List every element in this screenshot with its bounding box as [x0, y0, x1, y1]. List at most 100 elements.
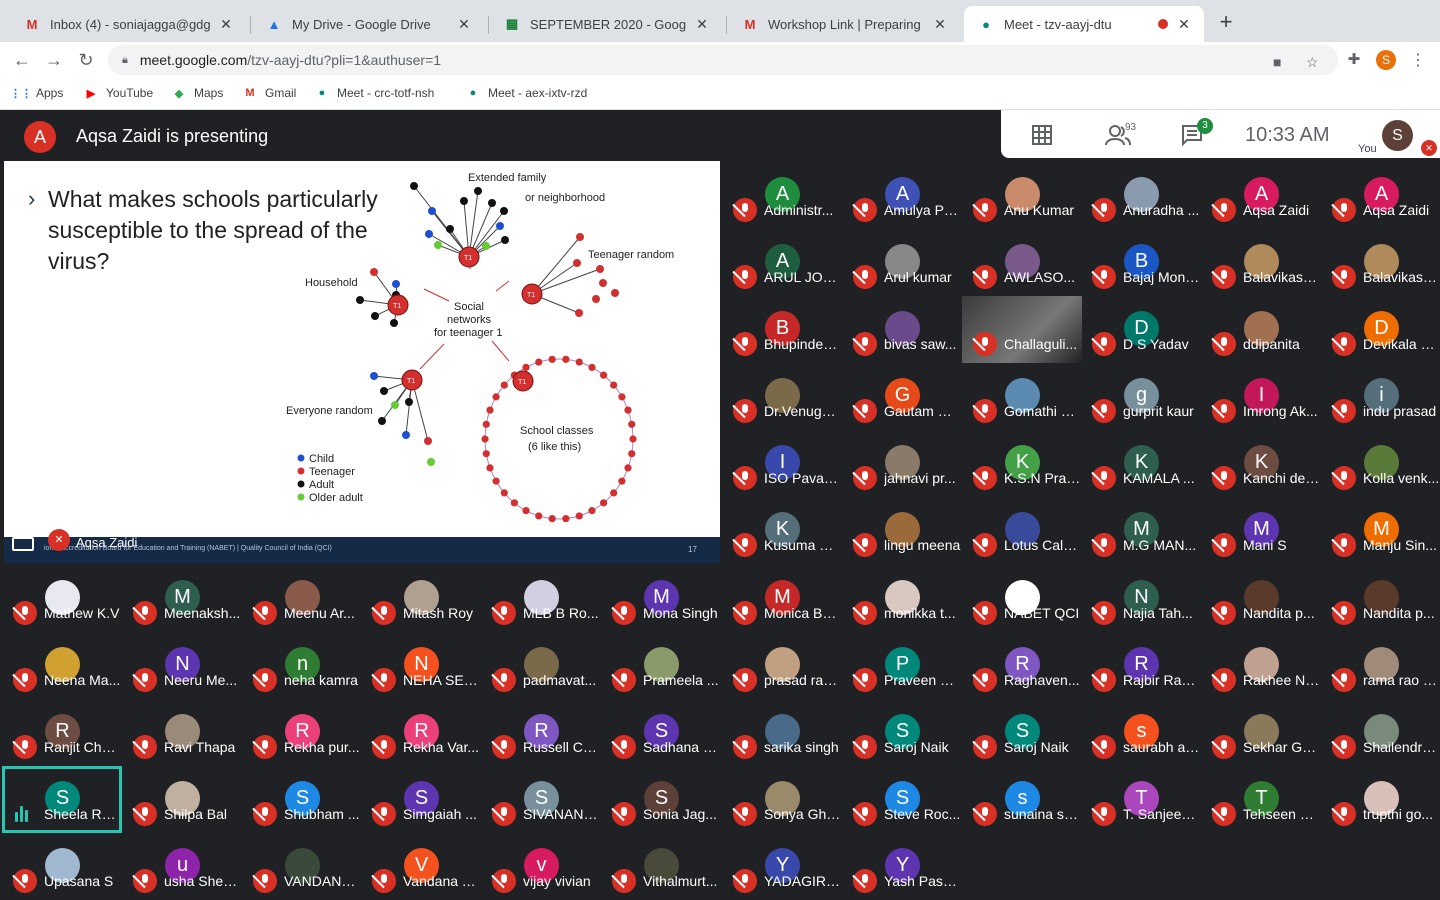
address-bar[interactable]: 🔒︎ meet.google.com/tzv-aayj-dtu?pli=1&au…	[108, 45, 1338, 75]
participant-tile[interactable]: S Steve Roc...	[842, 766, 962, 833]
participant-tile[interactable]: Rakhee Nair	[1201, 632, 1321, 699]
participant-tile[interactable]: A Aqsa Zaidi	[1321, 162, 1440, 229]
participant-tile[interactable]: S Shubham ...	[242, 766, 362, 833]
participant-tile[interactable]: lingu meena	[842, 497, 962, 564]
participant-tile[interactable]: u usha Shen...	[122, 833, 242, 900]
participant-tile[interactable]: A Amulya Pa...	[842, 162, 962, 229]
participant-tile[interactable]: A ARUL JOS...	[722, 229, 842, 296]
participant-tile[interactable]: Mitash Roy	[361, 565, 481, 632]
forward-arrow-icon[interactable]: →	[42, 48, 66, 72]
close-tab-icon[interactable]: ✕	[932, 16, 948, 33]
participant-tile[interactable]: Mathew K.V	[2, 565, 122, 632]
profile-avatar[interactable]: S	[1376, 50, 1396, 70]
participant-tile[interactable]: R Rekha pur...	[242, 699, 362, 766]
participant-tile[interactable]: NABET QCI	[962, 565, 1082, 632]
participant-tile[interactable]: MLB B Ro...	[481, 565, 601, 632]
participant-tile[interactable]: Lotus Calc...	[962, 497, 1082, 564]
participant-tile[interactable]: Shailendra...	[1321, 699, 1440, 766]
camera-icon[interactable]: ■	[1273, 54, 1281, 70]
participant-tile[interactable]: T T. Sanjeevi...	[1081, 766, 1201, 833]
participant-tile[interactable]: S Simgaiah ...	[361, 766, 481, 833]
participant-tile[interactable]: S Sheela Ra...	[2, 766, 122, 833]
participant-tile[interactable]: S Sonia Jag...	[601, 766, 721, 833]
close-tab-icon[interactable]: ✕	[1176, 16, 1192, 33]
extensions-icon[interactable]: ✚	[1342, 48, 1366, 72]
participant-tile[interactable]: K Kanchi dede	[1201, 430, 1321, 497]
menu-icon[interactable]: ⋮	[1410, 50, 1426, 70]
participant-tile[interactable]: Ravi Thapa	[122, 699, 242, 766]
browser-tab[interactable]: M Workshop Link | Preparing Sch ✕	[728, 6, 960, 42]
participant-tile[interactable]: S Saroj Naik	[962, 699, 1082, 766]
participant-tile[interactable]: T Tehseen Z...	[1201, 766, 1321, 833]
participant-tile[interactable]: A Aqsa Zaidi	[1201, 162, 1321, 229]
participant-tile[interactable]: Vithalmurt...	[601, 833, 721, 900]
participant-tile[interactable]: AWLASO...	[962, 229, 1082, 296]
participant-tile[interactable]: M Meenaksh...	[122, 565, 242, 632]
participant-tile[interactable]: R Ranjit Chu...	[2, 699, 122, 766]
participant-tile[interactable]: V Vandana T...	[361, 833, 481, 900]
participant-tile[interactable]: K K.S.N Pras...	[962, 430, 1082, 497]
participant-tile[interactable]: Neena Ma...	[2, 632, 122, 699]
participant-tile[interactable]: P Praveen M...	[842, 632, 962, 699]
close-tab-icon[interactable]: ✕	[694, 16, 710, 33]
participant-tile[interactable]: Sekhar Ga...	[1201, 699, 1321, 766]
back-arrow-icon[interactable]: ←	[10, 48, 34, 72]
participant-tile[interactable]: M Mani S	[1201, 497, 1321, 564]
participant-tile[interactable]: Meenu Ar...	[242, 565, 362, 632]
participant-tile[interactable]: M Mona Singh	[601, 565, 721, 632]
participant-tile[interactable]: monikka t...	[842, 565, 962, 632]
participant-tile[interactable]: bivas saw...	[842, 296, 962, 363]
participant-tile[interactable]: Anuradha ...	[1081, 162, 1201, 229]
participant-tile[interactable]: S Saroj Naik	[842, 699, 962, 766]
participant-tile[interactable]: N NEHA SEH...	[361, 632, 481, 699]
participant-tile[interactable]: B Bajaj Moni...	[1081, 229, 1201, 296]
participant-tile[interactable]: B Bhupinder ...	[722, 296, 842, 363]
bookmark-item[interactable]: ● Meet - aex-ixtv-rzd	[466, 86, 588, 100]
participant-tile[interactable]: Upasana S	[2, 833, 122, 900]
participant-tile[interactable]: R Rekha Var...	[361, 699, 481, 766]
participant-tile[interactable]: N Neeru Me...	[122, 632, 242, 699]
bookmark-item[interactable]: ▶ YouTube	[84, 86, 153, 100]
participant-tile[interactable]: R Raghaven...	[962, 632, 1082, 699]
participant-tile[interactable]: s saurabh ar...	[1081, 699, 1201, 766]
participant-tile[interactable]: A Administr...	[722, 162, 842, 229]
participant-tile[interactable]: Shilpa Bal	[122, 766, 242, 833]
participant-tile[interactable]: g gurprit kaur	[1081, 363, 1201, 430]
participant-tile[interactable]: I Imrong Ak...	[1201, 363, 1321, 430]
participant-tile[interactable]: Prameela ...	[601, 632, 721, 699]
participant-tile[interactable]: G Gautam M...	[842, 363, 962, 430]
participant-tile[interactable]: Balavikas I...	[1321, 229, 1440, 296]
participant-tile[interactable]: n neha kamra	[242, 632, 362, 699]
browser-tab[interactable]: ● Meet - tzv-aayj-dtu ✕	[964, 6, 1204, 42]
participant-tile[interactable]: Dr.Venugo...	[722, 363, 842, 430]
participant-tile[interactable]: s sunaina sh...	[962, 766, 1082, 833]
bookmark-item[interactable]: ◆ Maps	[172, 86, 224, 100]
participant-tile[interactable]: rama rao c...	[1321, 632, 1440, 699]
participant-tile[interactable]: padmavat...	[481, 632, 601, 699]
participant-tile[interactable]: N Najia Tah...	[1081, 565, 1201, 632]
participant-tile[interactable]: i indu prasad	[1321, 363, 1440, 430]
participant-tile[interactable]: S SIVANANT...	[481, 766, 601, 833]
present-screen-icon[interactable]	[12, 537, 34, 551]
browser-tab[interactable]: ▲ My Drive - Google Drive ✕	[252, 6, 484, 42]
participant-tile[interactable]: Kolla venk...	[1321, 430, 1440, 497]
participant-tile[interactable]: M Monica Bh...	[722, 565, 842, 632]
star-icon[interactable]: ☆	[1306, 54, 1319, 71]
participant-tile[interactable]: S Sadhana S...	[601, 699, 721, 766]
participant-tile[interactable]: D Devikala K...	[1321, 296, 1440, 363]
participant-tile[interactable]: Nandita p...	[1201, 565, 1321, 632]
participant-tile[interactable]: trupthi go...	[1321, 766, 1440, 833]
participant-tile[interactable]: Balavikas I...	[1201, 229, 1321, 296]
participant-tile[interactable]: Gomathi S...	[962, 363, 1082, 430]
participant-tile[interactable]: jahnavi pr...	[842, 430, 962, 497]
bookmark-item[interactable]: M Gmail	[243, 86, 296, 100]
participant-tile[interactable]: K Kusuma H...	[722, 497, 842, 564]
participant-tile[interactable]: Anu Kumar	[962, 162, 1082, 229]
participant-tile[interactable]: prasad ran...	[722, 632, 842, 699]
participant-tile[interactable]: R Russell Co...	[481, 699, 601, 766]
participant-tile[interactable]: Y Yash Pasri...	[842, 833, 962, 900]
participant-tile[interactable]: ddipanita	[1201, 296, 1321, 363]
new-tab-button[interactable]: +	[1214, 11, 1238, 35]
participant-tile[interactable]: M Manju Sin...	[1321, 497, 1440, 564]
bookmark-item[interactable]: ⋮⋮ Apps	[10, 86, 63, 100]
